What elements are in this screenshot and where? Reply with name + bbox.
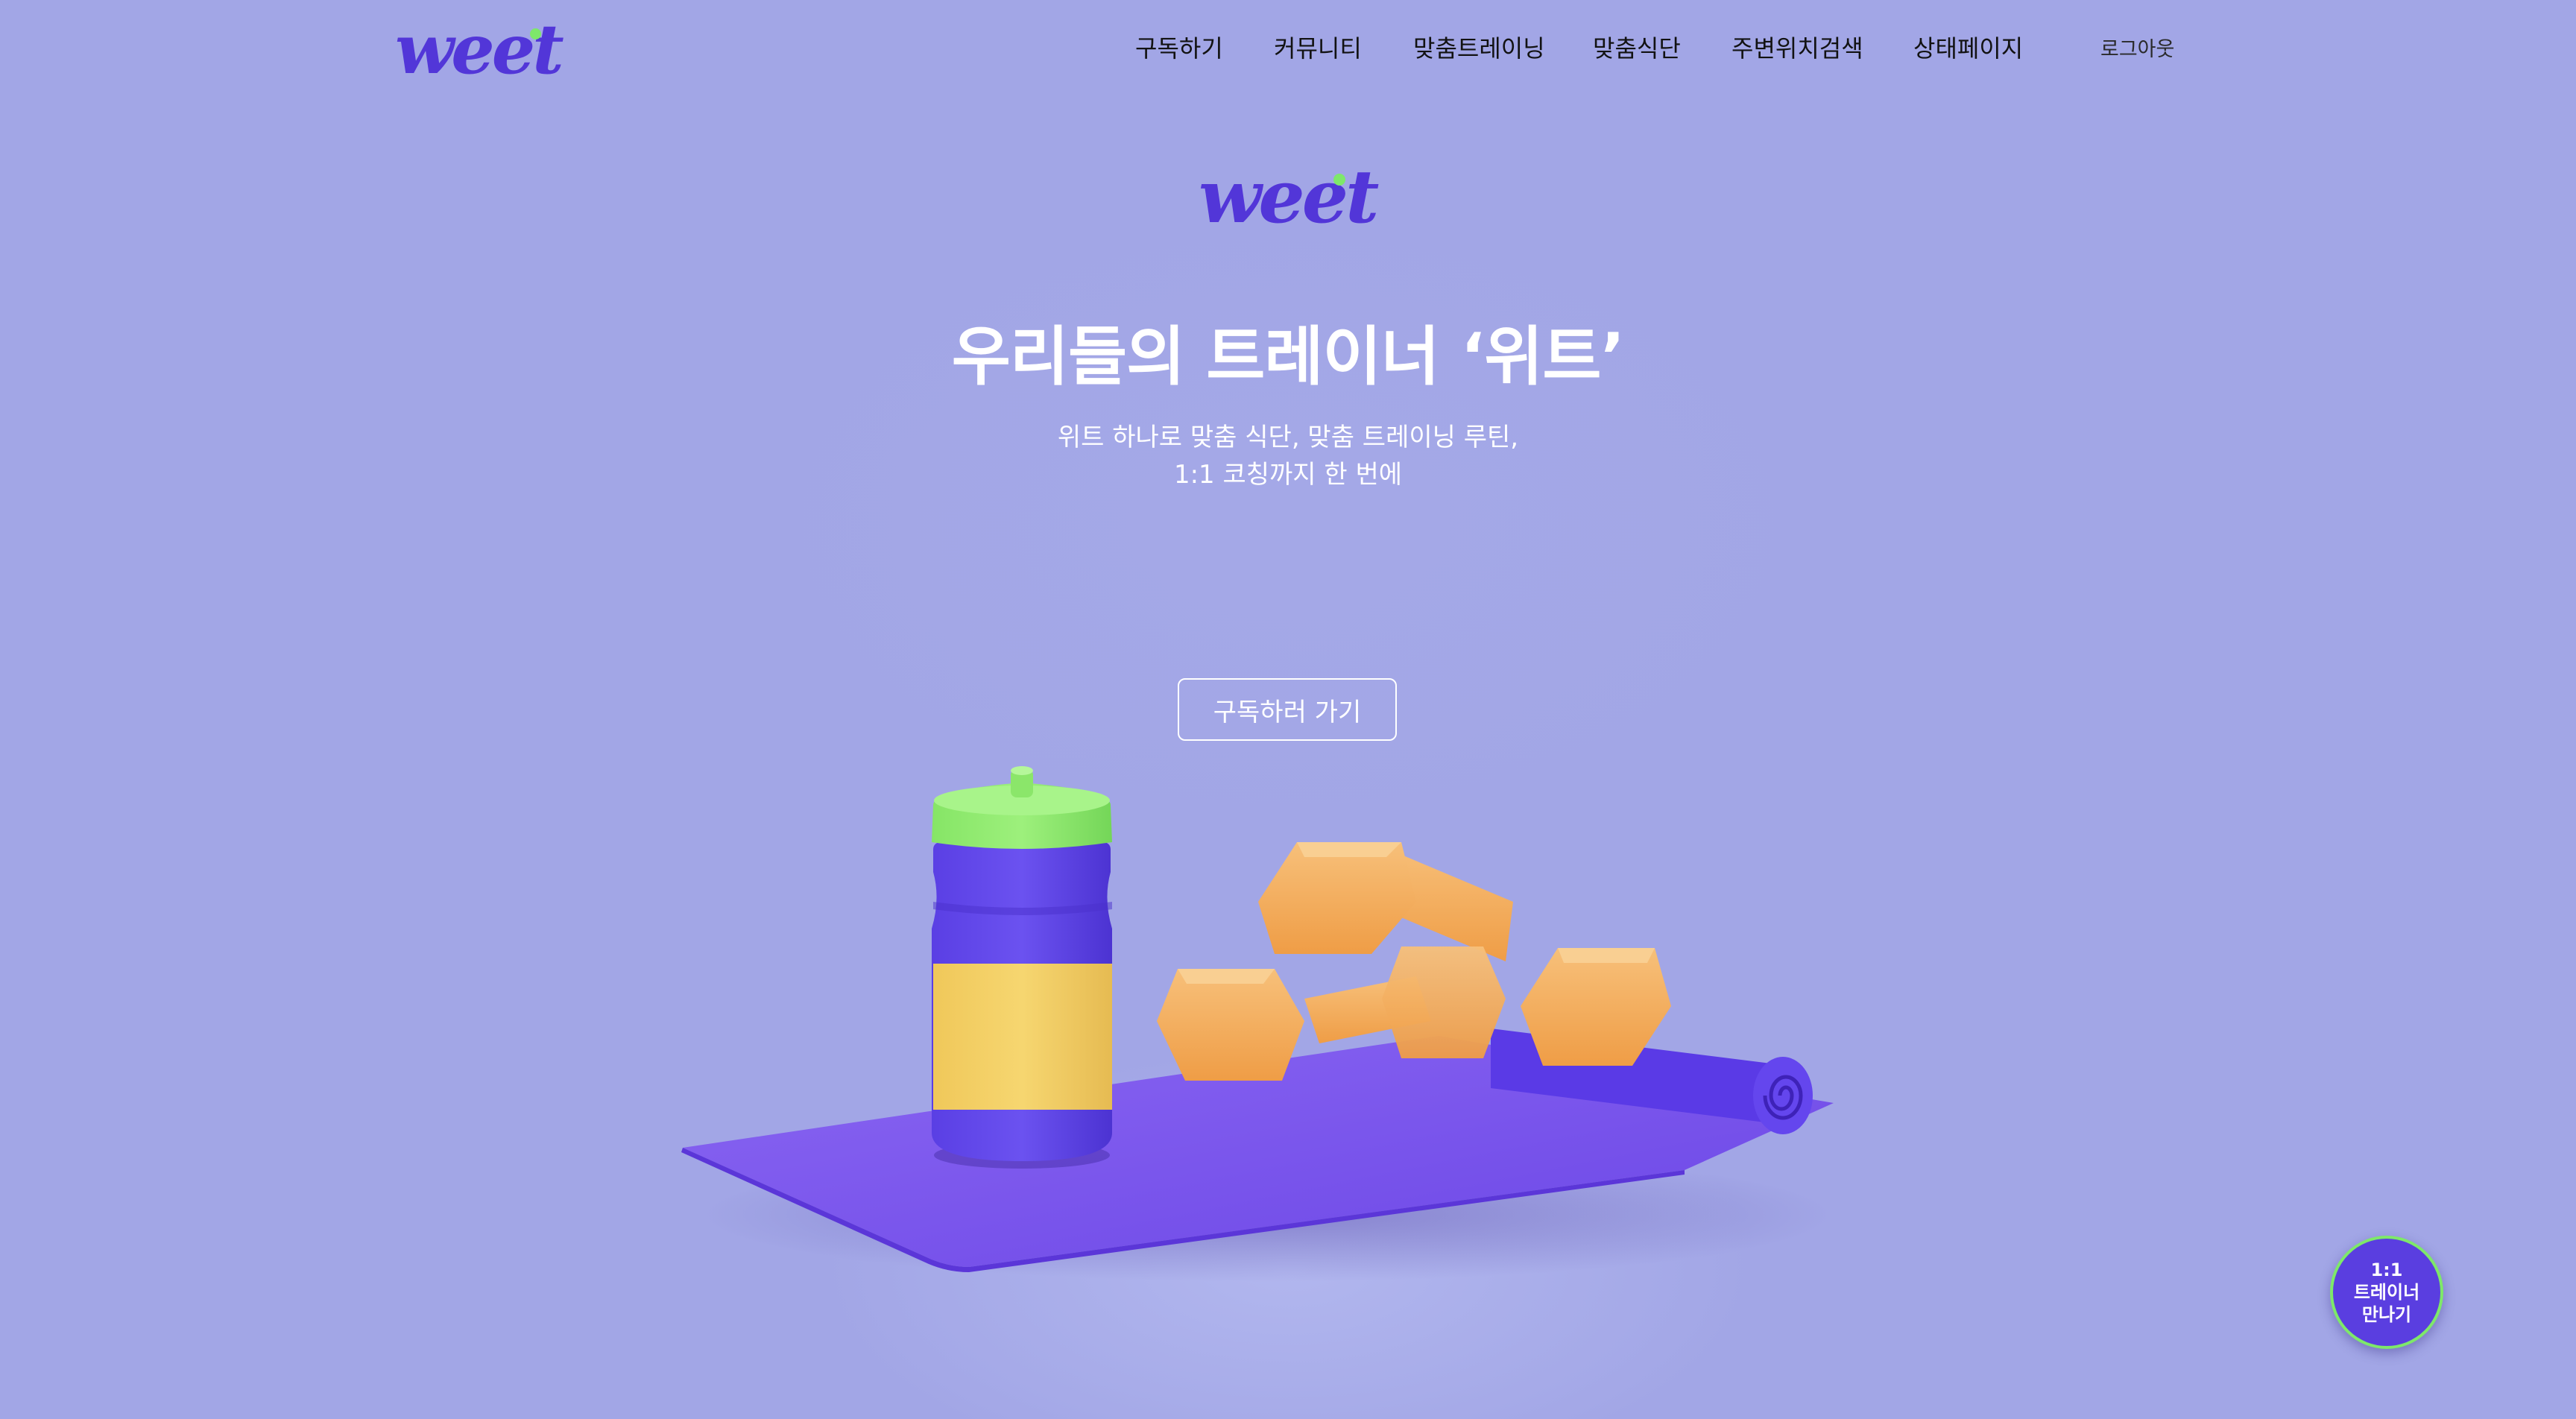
- water-bottle: [932, 766, 1112, 1169]
- header-logo[interactable]: weet: [395, 15, 564, 83]
- site-header: weet 구독하기 커뮤니티 맞춤트레이닝 맞춤식단 주변위치검색 상태페이지 …: [0, 0, 2576, 97]
- hero-logo: weet: [1199, 161, 1379, 234]
- hero-subtitle-line-2: 1:1 코칭까지 한 번에: [1173, 460, 1403, 490]
- hero-title: 우리들의 트레이너 ‘위트’: [951, 320, 1625, 394]
- nav-item-custom-training[interactable]: 맞춤트레이닝: [1413, 30, 1545, 64]
- hero-subtitle: 위트 하나로 맞춤 식단, 맞춤 트레이닝 루틴, 1:1 코칭까지 한 번에: [0, 419, 2576, 493]
- logout-link[interactable]: 로그아웃: [2100, 33, 2174, 62]
- meet-trainer-label: 1:1 트레이너 만나기: [2353, 1260, 2420, 1325]
- subscribe-cta-button[interactable]: 구독하러 가기: [1178, 678, 1397, 741]
- mat-roll-end: [1753, 1057, 1813, 1134]
- meet-trainer-button[interactable]: 1:1 트레이너 만나기: [2330, 1236, 2443, 1349]
- nav-item-subscribe[interactable]: 구독하기: [1135, 30, 1223, 64]
- nav-item-nearby-search[interactable]: 주변위치검색: [1731, 30, 1863, 64]
- nav-item-status-page[interactable]: 상태페이지: [1913, 30, 2023, 64]
- logo-dot-icon: [1333, 174, 1345, 186]
- logo-dot-icon: [530, 28, 541, 39]
- hero-logo-text: weet: [1199, 154, 1379, 240]
- nav-item-custom-diet[interactable]: 맞춤식단: [1593, 30, 1681, 64]
- fitness-illustration: [681, 766, 1834, 1282]
- hero-subtitle-line-1: 위트 하나로 맞춤 식단, 맞춤 트레이닝 루틴,: [1057, 423, 1519, 452]
- nav-item-community[interactable]: 커뮤니티: [1274, 30, 1362, 64]
- header-logo-text: weet: [395, 9, 564, 89]
